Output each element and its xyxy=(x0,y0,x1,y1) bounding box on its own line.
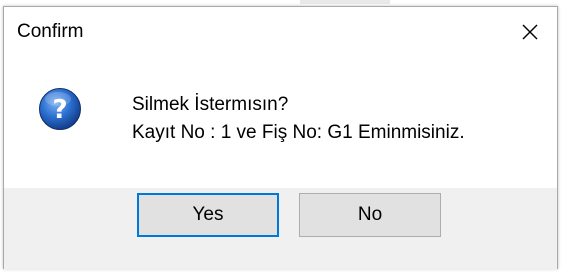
dialog-titlebar[interactable]: Confirm xyxy=(4,7,557,57)
confirm-dialog: Confirm ? Silmek İstermısın? Kayıt No: … xyxy=(3,6,558,270)
no-button[interactable]: No xyxy=(299,193,441,237)
close-button[interactable] xyxy=(515,17,545,47)
dialog-title: Confirm xyxy=(17,21,84,42)
dialog-body: ? Silmek İstermısın? Kayıt No : 1 ve Fiş… xyxy=(4,57,557,188)
background-window-edge xyxy=(300,0,390,4)
question-icon: ? xyxy=(39,88,81,130)
svg-text:?: ? xyxy=(52,95,67,125)
yes-button[interactable]: Yes xyxy=(137,193,279,237)
dialog-message: Silmek İstermısın? Kayıt No : 1 ve Fiş N… xyxy=(132,91,465,147)
message-line-1: Silmek İstermısın? xyxy=(132,94,289,115)
message-line-2: Kayıt No : 1 ve Fiş No: G1 Eminmisiniz. xyxy=(132,122,465,143)
close-icon xyxy=(522,24,538,40)
screen: Confirm ? Silmek İstermısın? Kayıt No: … xyxy=(0,0,563,273)
dialog-footer: Yes No xyxy=(4,188,557,270)
